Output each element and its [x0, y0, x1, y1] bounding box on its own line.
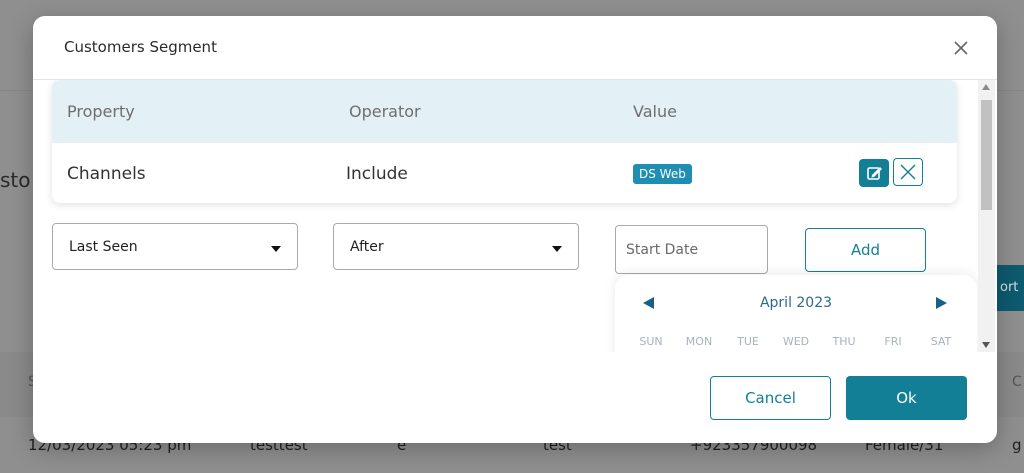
chevron-down-icon [271, 246, 281, 252]
x-icon [900, 164, 916, 180]
customers-segment-modal: Customers Segment Property Operator Valu… [33, 16, 997, 443]
modal-footer: Cancel Ok [33, 352, 997, 443]
start-date-placeholder: Start Date [626, 242, 699, 258]
row-operator: Include [346, 164, 408, 184]
weekday-label: FRI [884, 335, 902, 348]
cancel-button[interactable]: Cancel [710, 376, 831, 420]
edit-button[interactable] [859, 159, 889, 187]
add-button[interactable]: Add [805, 228, 926, 272]
delete-button[interactable] [893, 158, 923, 186]
date-picker: April 2023 SUN MON TUE WED THU FRI SAT [615, 275, 977, 352]
weekday-label: MON [685, 335, 713, 348]
calendar-month-label: April 2023 [759, 295, 833, 311]
close-icon[interactable] [953, 40, 969, 56]
edit-icon [867, 167, 882, 180]
triangle-right-icon[interactable] [936, 297, 947, 309]
segment-table: Property Operator Value Channels Include… [52, 80, 957, 203]
column-header-fragment: C [1012, 374, 1022, 390]
header-operator: Operator [349, 102, 421, 121]
weekday-label: SUN [639, 335, 663, 348]
header-value: Value [633, 102, 677, 121]
export-button-fragment: ort [996, 265, 1024, 311]
weekday-label: THU [832, 335, 856, 348]
modal-header: Customers Segment [33, 16, 997, 80]
chevron-down-icon [552, 246, 562, 252]
scroll-thumb[interactable] [981, 100, 992, 210]
weekday-label: TUE [737, 335, 759, 348]
start-date-input[interactable]: Start Date [615, 225, 768, 274]
scroll-down-icon[interactable] [982, 342, 990, 348]
value-tag: DS Web [633, 164, 692, 184]
background-title-fragment: sto [0, 168, 31, 192]
scroll-up-icon[interactable] [982, 84, 990, 90]
property-select-value: Last Seen [69, 239, 138, 255]
header-property: Property [67, 102, 135, 121]
vertical-scrollbar[interactable] [978, 80, 995, 352]
modal-body: Property Operator Value Channels Include… [33, 80, 997, 352]
operator-select[interactable]: After [333, 223, 579, 270]
weekday-label: SAT [930, 335, 952, 348]
table-header: Property Operator Value [52, 80, 957, 143]
weekday-label: WED [782, 335, 810, 348]
cell: g [1012, 436, 1022, 454]
ok-button[interactable]: Ok [846, 376, 967, 420]
modal-title: Customers Segment [64, 38, 217, 56]
operator-select-value: After [350, 239, 384, 255]
property-select[interactable]: Last Seen [52, 223, 298, 270]
row-property: Channels [67, 164, 146, 184]
